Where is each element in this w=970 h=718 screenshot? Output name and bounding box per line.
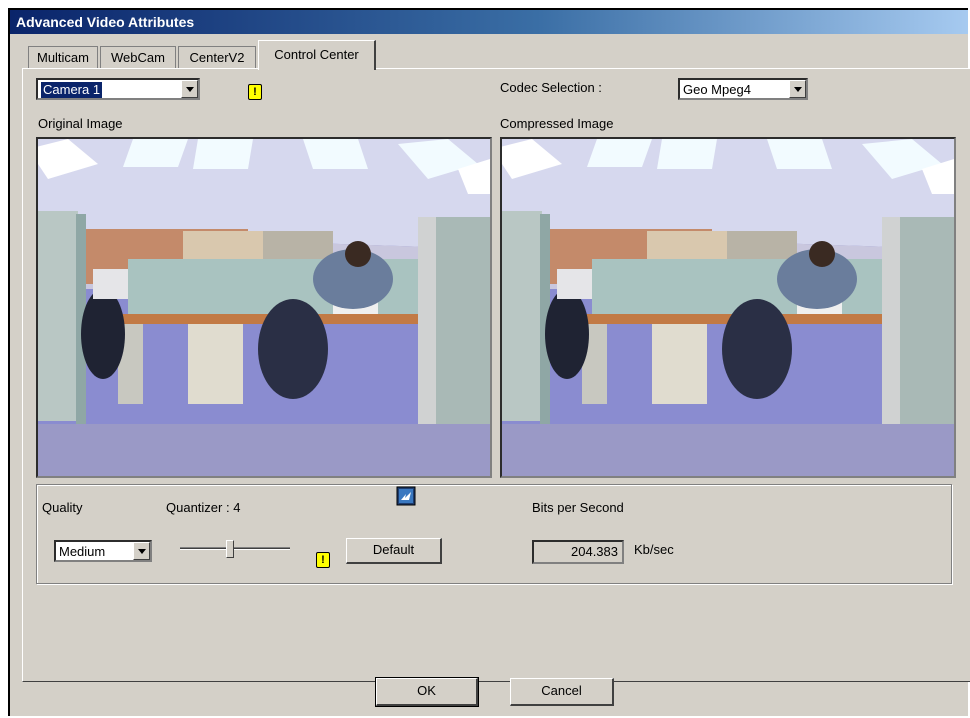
bitrate-field: 204.383 <box>532 540 624 564</box>
ok-button-label: OK <box>417 683 436 698</box>
codec-select[interactable]: Geo Mpeg4 <box>678 78 808 100</box>
slider-track <box>180 547 290 550</box>
tab-webcam[interactable]: WebCam <box>100 46 176 69</box>
bitrate-value: 204.383 <box>571 544 618 559</box>
original-image-label: Original Image <box>38 116 123 131</box>
compressed-image <box>500 137 956 478</box>
window-title: Advanced Video Attributes <box>16 14 195 30</box>
chevron-down-icon[interactable] <box>789 80 806 98</box>
settings-group <box>36 484 952 584</box>
chevron-down-icon[interactable] <box>181 80 198 98</box>
chevron-down-icon[interactable] <box>133 542 150 560</box>
tab-centerv2[interactable]: CenterV2 <box>178 46 256 69</box>
quantizer-slider[interactable] <box>180 540 292 560</box>
quality-select[interactable]: Medium <box>54 540 152 562</box>
export-icon[interactable] <box>396 486 416 506</box>
default-button[interactable]: Default <box>346 538 442 564</box>
codec-select-value: Geo Mpeg4 <box>683 82 751 97</box>
title-bar: Advanced Video Attributes <box>10 10 968 34</box>
original-image <box>36 137 492 478</box>
compressed-image-label: Compressed Image <box>500 116 614 131</box>
warning-icon: ! <box>316 552 330 568</box>
warning-icon: ! <box>248 84 262 100</box>
camera-select[interactable]: Camera 1 <box>36 78 200 100</box>
tab-label: CenterV2 <box>189 50 245 65</box>
default-button-label: Default <box>372 542 415 557</box>
tab-label: Multicam <box>36 50 89 65</box>
cancel-button[interactable]: Cancel <box>510 678 614 706</box>
bitrate-unit: Kb/sec <box>634 542 674 557</box>
tab-control-center[interactable]: Control Center <box>258 40 376 70</box>
quality-select-value: Medium <box>59 544 106 559</box>
quantizer-label: Quantizer : 4 <box>166 500 241 515</box>
tab-label: Control Center <box>274 47 359 62</box>
tab-multicam[interactable]: Multicam <box>28 46 98 69</box>
codec-label: Codec Selection : <box>500 80 602 95</box>
quality-label: Quality <box>42 500 83 515</box>
ok-button[interactable]: OK <box>375 677 479 707</box>
camera-select-value: Camera 1 <box>41 82 103 98</box>
bitrate-label: Bits per Second <box>532 500 624 515</box>
tab-label: WebCam <box>111 50 165 65</box>
slider-thumb[interactable] <box>226 540 234 558</box>
cancel-button-label: Cancel <box>541 683 582 698</box>
